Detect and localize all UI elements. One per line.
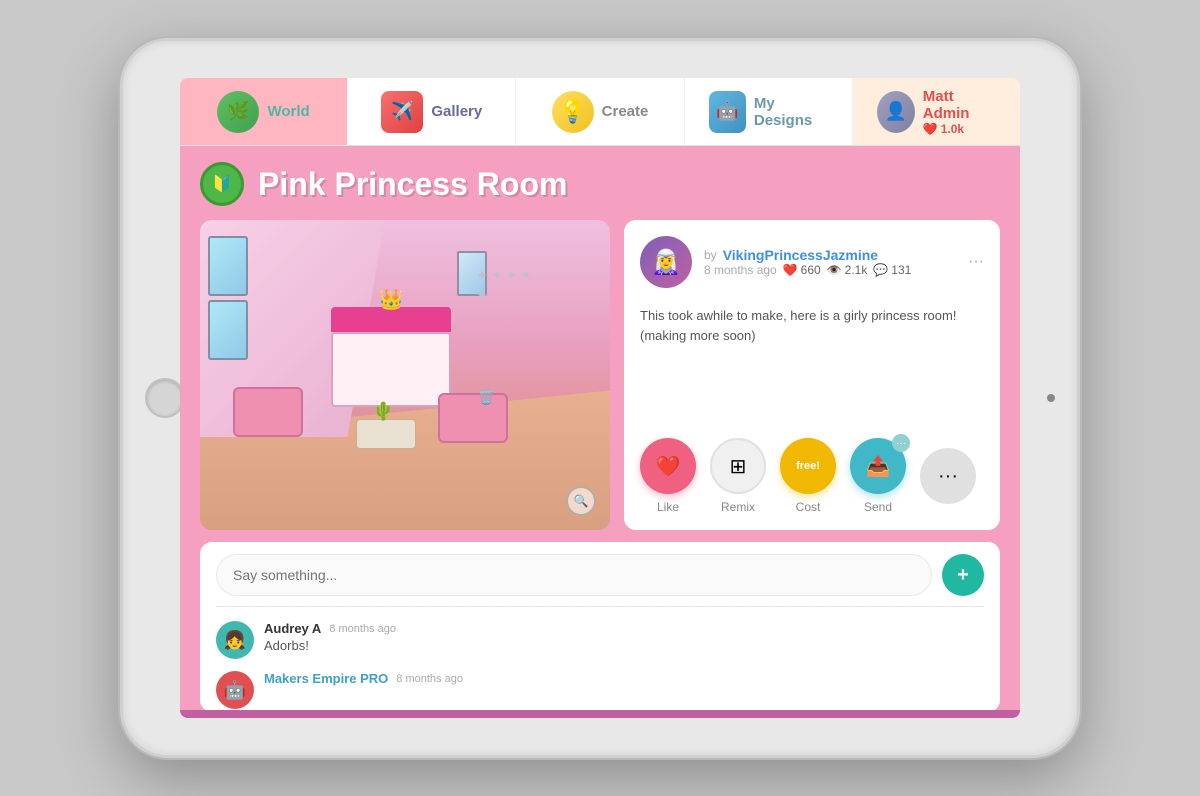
more-options[interactable]: ··· [968, 253, 984, 271]
sofa-right [438, 393, 508, 443]
title-badge: 🔰 [200, 162, 244, 206]
comment-avatar-audrey: 👧 [216, 621, 254, 659]
send-badge: ··· [892, 434, 910, 452]
action-buttons: ❤️ Like ⊞ Remix free! Cost [640, 430, 984, 514]
comment-section: + 👧 Audrey A 8 months ago Adorbs! [200, 542, 1000, 712]
stars-decoration: ✦ ✦ ✦ ✦ ✦ [476, 267, 536, 304]
badge-icon: 🔰 [212, 174, 232, 194]
cost-button[interactable]: free! Cost [780, 438, 836, 514]
mydesigns-icon: 🤖 [709, 91, 746, 133]
window-2 [208, 300, 248, 360]
send-button[interactable]: 📤 ··· Send [850, 438, 906, 514]
nav-item-user[interactable]: 👤 Matt Admin ❤️ 1.0k [853, 78, 1020, 145]
window-1 [208, 236, 248, 296]
comments-stat: 💬 131 [873, 263, 911, 277]
user-hearts: ❤️ 1.0k [923, 122, 996, 136]
author-info: by VikingPrincessJazmine 8 months ago ❤️… [704, 247, 956, 277]
page-title: Pink Princess Room [258, 166, 567, 203]
content-grid: 👑 ✦ ✦ ✦ ✦ ✦ [200, 220, 1000, 530]
comment-avatar-makers: 🤖 [216, 671, 254, 709]
more-circle: ··· [920, 448, 976, 504]
author-avatar: 🧝‍♀️ [640, 236, 692, 288]
room-scene: 👑 ✦ ✦ ✦ ✦ ✦ [200, 220, 610, 530]
comment-item-makers: 🤖 Makers Empire PRO 8 months ago [216, 665, 984, 715]
views-stat: 👁️ 2.1k [827, 263, 868, 277]
design-preview[interactable]: 👑 ✦ ✦ ✦ ✦ ✦ [200, 220, 610, 530]
user-name: Matt Admin [923, 88, 996, 122]
send-comment-button[interactable]: + [942, 554, 984, 596]
comment-time-audrey: 8 months ago [329, 623, 396, 635]
info-panel: 🧝‍♀️ by VikingPrincessJazmine 8 months a… [624, 220, 1000, 530]
like-circle: ❤️ [640, 438, 696, 494]
send-label: Send [864, 500, 892, 514]
page-title-row: 🔰 Pink Princess Room [200, 162, 1000, 206]
post-time: 8 months ago [704, 263, 777, 277]
comment-author-line-makers: Makers Empire PRO 8 months ago [264, 671, 984, 686]
world-icon: 🌿 [217, 91, 259, 133]
nav-label-world: World [267, 103, 309, 120]
author-meta: by VikingPrincessJazmine [704, 247, 956, 263]
design-author-row: 🧝‍♀️ by VikingPrincessJazmine 8 months a… [640, 236, 984, 288]
comment-author-makers: Makers Empire PRO [264, 671, 388, 686]
comment-text-audrey: Adorbs! [264, 638, 984, 653]
likes-stat: ❤️ 660 [783, 263, 821, 277]
nav-item-world[interactable]: 🌿 World [180, 78, 348, 145]
bed-frame [331, 332, 451, 407]
comment-body-makers: Makers Empire PRO 8 months ago [264, 671, 984, 688]
comment-time-makers: 8 months ago [396, 673, 463, 685]
ipad-screen: 🌿 World ✈️ Gallery 💡 Create 🤖 My Designs… [180, 78, 1020, 718]
comment-divider [216, 606, 984, 607]
author-name[interactable]: VikingPrincessJazmine [723, 247, 878, 263]
camera [1047, 394, 1055, 402]
remix-button[interactable]: ⊞ Remix [710, 438, 766, 514]
nav-item-mydesigns[interactable]: 🤖 My Designs [685, 78, 853, 145]
sofa-left [233, 387, 303, 437]
comment-author-line: Audrey A 8 months ago [264, 621, 984, 636]
send-circle: 📤 ··· [850, 438, 906, 494]
comment-body-audrey: Audrey A 8 months ago Adorbs! [264, 621, 984, 653]
stats-row: 8 months ago ❤️ 660 👁️ 2.1k [704, 263, 956, 277]
nav-bar: 🌿 World ✈️ Gallery 💡 Create 🤖 My Designs… [180, 78, 1020, 146]
comment-item: 👧 Audrey A 8 months ago Adorbs! [216, 615, 984, 665]
heart-icon: ❤️ [923, 122, 938, 136]
remix-circle: ⊞ [710, 438, 766, 494]
zoom-indicator[interactable]: 🔍 [566, 486, 596, 516]
more-button[interactable]: ··· [920, 448, 976, 504]
create-icon: 💡 [552, 91, 594, 133]
plant: 🌵 [372, 401, 394, 422]
nav-label-create: Create [602, 103, 649, 120]
bed-crown: 👑 [379, 287, 404, 312]
ipad-frame: 🌿 World ✈️ Gallery 💡 Create 🤖 My Designs… [120, 38, 1080, 758]
bed: 👑 [331, 307, 451, 407]
remix-label: Remix [721, 500, 755, 514]
like-label: Like [657, 500, 679, 514]
like-button[interactable]: ❤️ Like [640, 438, 696, 514]
nav-item-gallery[interactable]: ✈️ Gallery [348, 78, 516, 145]
nav-label-mydesigns: My Designs [754, 95, 828, 129]
home-button[interactable] [145, 378, 185, 418]
comment-input[interactable] [216, 554, 932, 596]
design-description: This took awhile to make, here is a girl… [640, 298, 984, 430]
cost-circle: free! [780, 438, 836, 494]
nav-label-gallery: Gallery [431, 103, 482, 120]
bottom-bar [180, 710, 1020, 718]
trash-bin: 🗑️ [478, 389, 495, 406]
coffee-table [356, 419, 416, 449]
cost-label: Cost [796, 500, 821, 514]
user-avatar: 👤 [877, 91, 915, 133]
nav-item-create[interactable]: 💡 Create [516, 78, 684, 145]
gallery-icon: ✈️ [381, 91, 423, 133]
comment-author-audrey: Audrey A [264, 621, 321, 636]
comment-input-row: + [216, 554, 984, 596]
plus-icon: + [957, 564, 969, 587]
windows-group [208, 236, 248, 360]
main-content: 🔰 Pink Princess Room [180, 146, 1020, 718]
